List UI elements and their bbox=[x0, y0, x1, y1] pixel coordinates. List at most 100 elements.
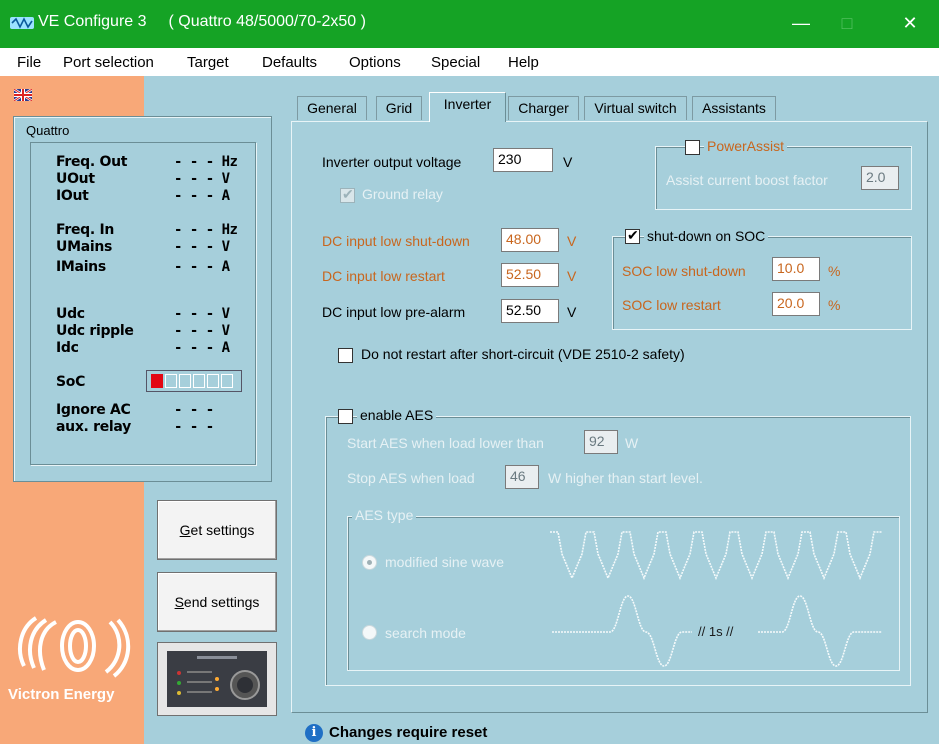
app-icon bbox=[10, 17, 34, 29]
tab-assistants[interactable]: Assistants bbox=[692, 96, 776, 120]
dc-low-shutdown-field[interactable]: 48.00 bbox=[501, 228, 559, 252]
udc-label: Udc bbox=[56, 306, 85, 322]
victron-logo bbox=[18, 616, 131, 678]
tab-general[interactable]: General bbox=[297, 96, 367, 120]
ignore-ac-value: - - - bbox=[174, 402, 214, 418]
info-message: Changes require reset bbox=[329, 724, 488, 741]
uout-value: - - - V bbox=[174, 171, 230, 187]
powerassist-checkbox[interactable] bbox=[685, 140, 700, 155]
iout-label: IOut bbox=[56, 188, 89, 204]
freq-in-value: - - - Hz bbox=[174, 222, 238, 238]
soc-bar-cell bbox=[165, 374, 177, 388]
dc-low-shutdown-label: DC input low shut-down bbox=[322, 233, 470, 249]
aes-stop-unit: W higher than start level. bbox=[548, 470, 703, 486]
powerassist-label: PowerAssist bbox=[704, 138, 788, 154]
modified-sine-waveform bbox=[550, 531, 882, 581]
ground-relay-label: Ground relay bbox=[362, 186, 443, 202]
soc-shutdown-checkbox[interactable]: ✔ bbox=[625, 227, 640, 244]
aes-interval-label: // 1s // bbox=[698, 624, 734, 639]
dc-low-restart-label: DC input low restart bbox=[322, 268, 445, 284]
menu-target[interactable]: Target bbox=[187, 54, 229, 71]
menu-bar: File Port selection Target Defaults Opti… bbox=[0, 48, 939, 76]
dc-low-prealarm-unit: V bbox=[567, 304, 577, 320]
freq-out-value: - - - Hz bbox=[174, 154, 238, 170]
soc-bar bbox=[146, 370, 242, 392]
info-bar: i Changes require reset bbox=[291, 724, 939, 744]
soc-bar-cell bbox=[151, 374, 163, 388]
soc-bar-cell bbox=[193, 374, 205, 388]
status-panel-title: Quattro bbox=[26, 123, 70, 138]
dc-low-prealarm-field[interactable]: 52.50 bbox=[501, 299, 559, 323]
iout-value: - - - A bbox=[174, 188, 230, 204]
soc-group bbox=[612, 236, 912, 330]
udc-ripple-value: - - - V bbox=[174, 323, 230, 339]
imains-value: - - - A bbox=[174, 259, 230, 275]
no-restart-checkbox[interactable] bbox=[338, 348, 353, 363]
aes-start-label: Start AES when load lower than bbox=[347, 435, 544, 451]
soc-bar-cell bbox=[221, 374, 233, 388]
output-voltage-unit: V bbox=[563, 154, 573, 170]
aes-start-field[interactable]: 92 bbox=[584, 430, 618, 454]
tab-inverter[interactable]: Inverter bbox=[429, 92, 506, 122]
modified-sine-radio[interactable] bbox=[362, 555, 377, 570]
tab-grid[interactable]: Grid bbox=[376, 96, 422, 120]
soc-low-shutdown-label: SOC low shut-down bbox=[622, 263, 746, 279]
assist-boost-label: Assist current boost factor bbox=[666, 172, 828, 188]
soc-low-restart-unit: % bbox=[828, 297, 841, 313]
search-mode-radio[interactable] bbox=[362, 625, 377, 640]
soc-low-shutdown-unit: % bbox=[828, 263, 841, 279]
output-voltage-field[interactable]: 230 bbox=[493, 148, 553, 172]
title-bar: VE Configure 3( Quattro 48/5000/70-2x50 … bbox=[0, 0, 939, 48]
freq-in-label: Freq. In bbox=[56, 222, 115, 238]
menu-file[interactable]: File bbox=[17, 54, 41, 71]
umains-value: - - - V bbox=[174, 239, 230, 255]
soc-label: SoC bbox=[56, 374, 86, 390]
freq-out-label: Freq. Out bbox=[56, 154, 128, 170]
aes-start-unit: W bbox=[625, 435, 639, 451]
enable-aes-checkbox[interactable] bbox=[338, 409, 353, 424]
no-restart-label: Do not restart after short-circuit (VDE … bbox=[361, 346, 685, 362]
uk-flag-icon[interactable] bbox=[14, 89, 32, 101]
get-settings-button[interactable]: Get settings bbox=[157, 500, 277, 560]
maximize-button[interactable]: □ bbox=[824, 0, 870, 48]
udc-value: - - - V bbox=[174, 306, 230, 322]
soc-low-shutdown-field[interactable]: 10.0 bbox=[772, 257, 820, 281]
info-icon: i bbox=[305, 724, 323, 742]
remote-panel-image bbox=[167, 651, 267, 707]
menu-defaults[interactable]: Defaults bbox=[262, 54, 317, 71]
menu-options[interactable]: Options bbox=[349, 54, 401, 71]
soc-bar-cell bbox=[179, 374, 191, 388]
aes-type-label: AES type bbox=[352, 507, 417, 523]
tab-charger[interactable]: Charger bbox=[508, 96, 579, 120]
soc-bar-cell bbox=[207, 374, 219, 388]
close-button[interactable]: ✕ bbox=[887, 0, 933, 48]
menu-port-selection[interactable]: Port selection bbox=[63, 54, 154, 71]
ground-relay-checkbox[interactable]: ✔ bbox=[340, 186, 355, 203]
dc-low-prealarm-label: DC input low pre-alarm bbox=[322, 304, 466, 320]
dc-low-restart-field[interactable]: 52.50 bbox=[501, 263, 559, 287]
brand-name: Victron Energy bbox=[8, 686, 115, 703]
uout-label: UOut bbox=[56, 171, 95, 187]
assist-boost-field[interactable]: 2.0 bbox=[861, 166, 899, 190]
udc-ripple-label: Udc ripple bbox=[56, 323, 134, 339]
search-mode-label: search mode bbox=[385, 625, 466, 641]
window-title: VE Configure 3( Quattro 48/5000/70-2x50 … bbox=[38, 13, 366, 30]
idc-value: - - - A bbox=[174, 340, 230, 356]
minimize-button[interactable]: — bbox=[778, 0, 824, 48]
output-voltage-label: Inverter output voltage bbox=[322, 154, 462, 170]
enable-aes-label: enable AES bbox=[357, 407, 437, 423]
menu-help[interactable]: Help bbox=[508, 54, 539, 71]
imains-label: IMains bbox=[56, 259, 106, 275]
ignore-ac-label: Ignore AC bbox=[56, 402, 131, 418]
menu-special[interactable]: Special bbox=[431, 54, 480, 71]
tab-virtual-switch[interactable]: Virtual switch bbox=[584, 96, 687, 120]
dc-low-restart-unit: V bbox=[567, 268, 577, 284]
aes-stop-field[interactable]: 46 bbox=[505, 465, 539, 489]
aux-relay-value: - - - bbox=[174, 419, 214, 435]
remote-panel-button[interactable] bbox=[157, 642, 277, 716]
soc-low-restart-field[interactable]: 20.0 bbox=[772, 292, 820, 316]
soc-low-restart-label: SOC low restart bbox=[622, 297, 721, 313]
modified-sine-label: modified sine wave bbox=[385, 554, 505, 570]
send-settings-button[interactable]: Send settings bbox=[157, 572, 277, 632]
idc-label: Idc bbox=[56, 340, 79, 356]
